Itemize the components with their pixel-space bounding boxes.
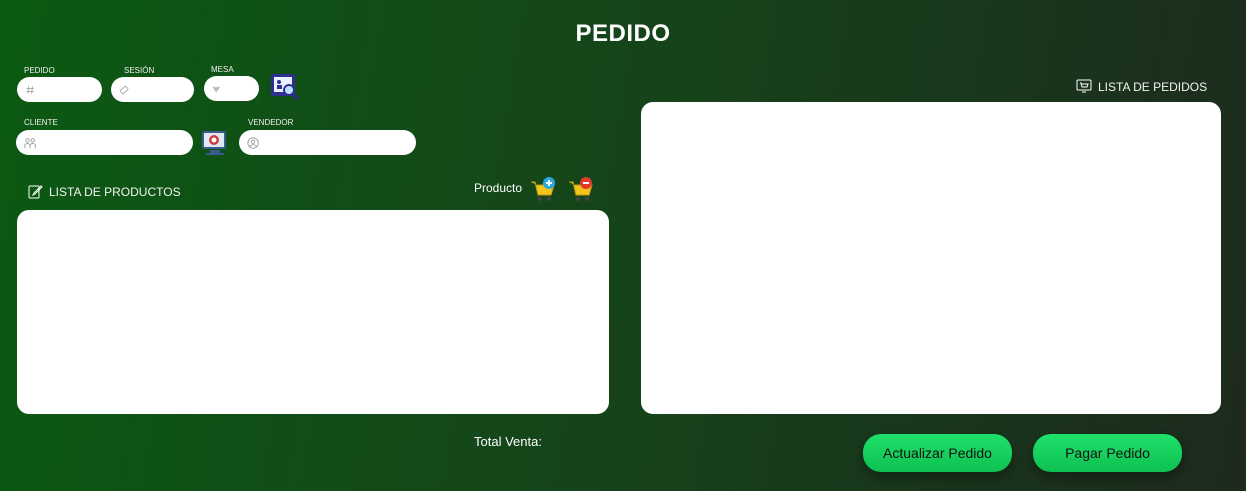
table-icon — [212, 86, 220, 93]
page-title: PEDIDO — [575, 20, 671, 47]
search-cliente-icon[interactable] — [200, 128, 230, 158]
monitor-cart-icon — [1076, 79, 1092, 93]
vendedor-label: VENDEDOR — [248, 118, 294, 127]
edit-icon — [28, 185, 43, 199]
ticket-icon — [119, 85, 129, 94]
remove-product-icon[interactable] — [567, 176, 595, 203]
productos-list-panel[interactable] — [17, 210, 609, 414]
mesa-field[interactable] — [204, 76, 259, 101]
search-mesa-icon[interactable] — [270, 73, 300, 101]
vendedor-field[interactable] — [239, 130, 416, 155]
cliente-input[interactable] — [42, 134, 193, 151]
add-product-icon[interactable] — [529, 176, 557, 203]
sesion-field[interactable] — [111, 77, 194, 102]
people-icon — [24, 137, 36, 148]
producto-label: Producto — [474, 181, 523, 195]
pedidos-list-panel[interactable] — [641, 102, 1221, 414]
lista-productos-header: LISTA DE PRODUCTOS — [28, 184, 181, 199]
total-venta-label: Total Venta: — [474, 434, 542, 449]
lista-productos-label: LISTA DE PRODUCTOS — [49, 184, 181, 199]
sesion-input[interactable] — [135, 81, 194, 98]
user-circle-icon — [247, 136, 259, 149]
cliente-field[interactable] — [16, 130, 193, 155]
pedido-label: PEDIDO — [24, 66, 55, 75]
pedido-field[interactable] — [17, 77, 102, 102]
vendedor-input[interactable] — [265, 134, 416, 151]
mesa-input[interactable] — [226, 80, 259, 97]
pagar-pedido-button[interactable]: Pagar Pedido — [1033, 434, 1182, 472]
actualizar-pedido-button[interactable]: Actualizar Pedido — [863, 434, 1012, 472]
pedido-input[interactable] — [41, 81, 102, 98]
sesion-label: SESIÓN — [124, 66, 155, 75]
lista-pedidos-label: LISTA DE PEDIDOS — [1098, 79, 1208, 94]
lista-pedidos-header: LISTA DE PEDIDOS — [1076, 79, 1207, 94]
hash-icon — [26, 85, 34, 94]
cliente-label: CLIENTE — [24, 118, 58, 127]
mesa-label: MESA — [211, 65, 234, 74]
